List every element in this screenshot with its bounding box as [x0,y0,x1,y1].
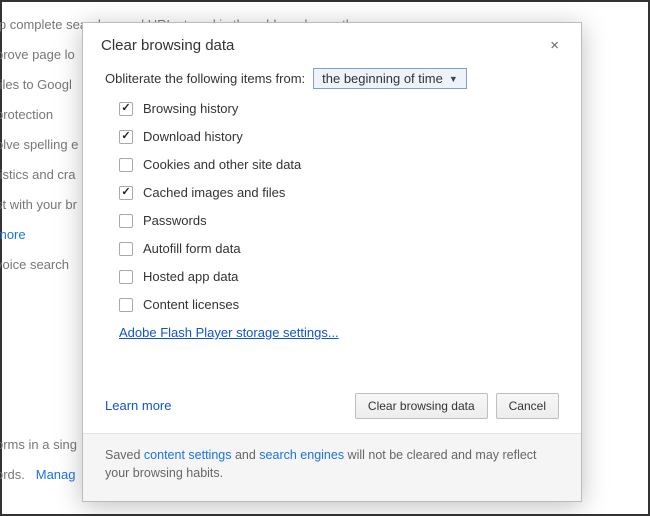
footer-text-pre: Saved [105,448,144,462]
chevron-down-icon: ▼ [449,74,458,84]
data-type-list: Browsing history Download history Cookies … [119,101,559,312]
data-type-item: Autofill form data [119,241,559,256]
time-range-value: the beginning of time [322,71,443,86]
data-type-checkbox[interactable] [119,298,133,312]
data-type-label: Cookies and other site data [143,157,301,172]
data-type-label: Passwords [143,213,207,228]
data-type-checkbox[interactable] [119,186,133,200]
footer-text-mid: and [231,448,259,462]
data-type-item: Cookies and other site data [119,157,559,172]
clear-browsing-data-dialog: Clear browsing data × Obliterate the fol… [82,22,582,502]
dialog-title: Clear browsing data [101,37,234,54]
clear-data-button[interactable]: Clear browsing data [355,393,488,419]
data-type-item: Cached images and files [119,185,559,200]
data-type-checkbox[interactable] [119,130,133,144]
close-button[interactable]: × [546,37,563,54]
learn-more-link[interactable]: Learn more [105,398,171,413]
data-type-label: Hosted app data [143,269,238,284]
data-type-checkbox[interactable] [119,158,133,172]
data-type-item: Download history [119,129,559,144]
data-type-label: Autofill form data [143,241,241,256]
data-type-label: Content licenses [143,297,239,312]
data-type-checkbox[interactable] [119,270,133,284]
content-settings-link[interactable]: content settings [144,448,232,462]
data-type-checkbox[interactable] [119,214,133,228]
dialog-footer-note: Saved content settings and search engine… [83,433,581,502]
search-engines-link[interactable]: search engines [259,448,344,462]
data-type-checkbox[interactable] [119,102,133,116]
flash-storage-link[interactable]: Adobe Flash Player storage settings... [119,325,339,340]
obliterate-label: Obliterate the following items from: [105,71,305,86]
time-range-select[interactable]: the beginning of time ▼ [313,68,467,89]
data-type-label: Browsing history [143,101,238,116]
data-type-item: Content licenses [119,297,559,312]
cancel-button[interactable]: Cancel [496,393,559,419]
data-type-item: Hosted app data [119,269,559,284]
data-type-item: Passwords [119,213,559,228]
data-type-item: Browsing history [119,101,559,116]
data-type-checkbox[interactable] [119,242,133,256]
data-type-label: Download history [143,129,243,144]
data-type-label: Cached images and files [143,185,285,200]
close-icon: × [550,37,559,54]
